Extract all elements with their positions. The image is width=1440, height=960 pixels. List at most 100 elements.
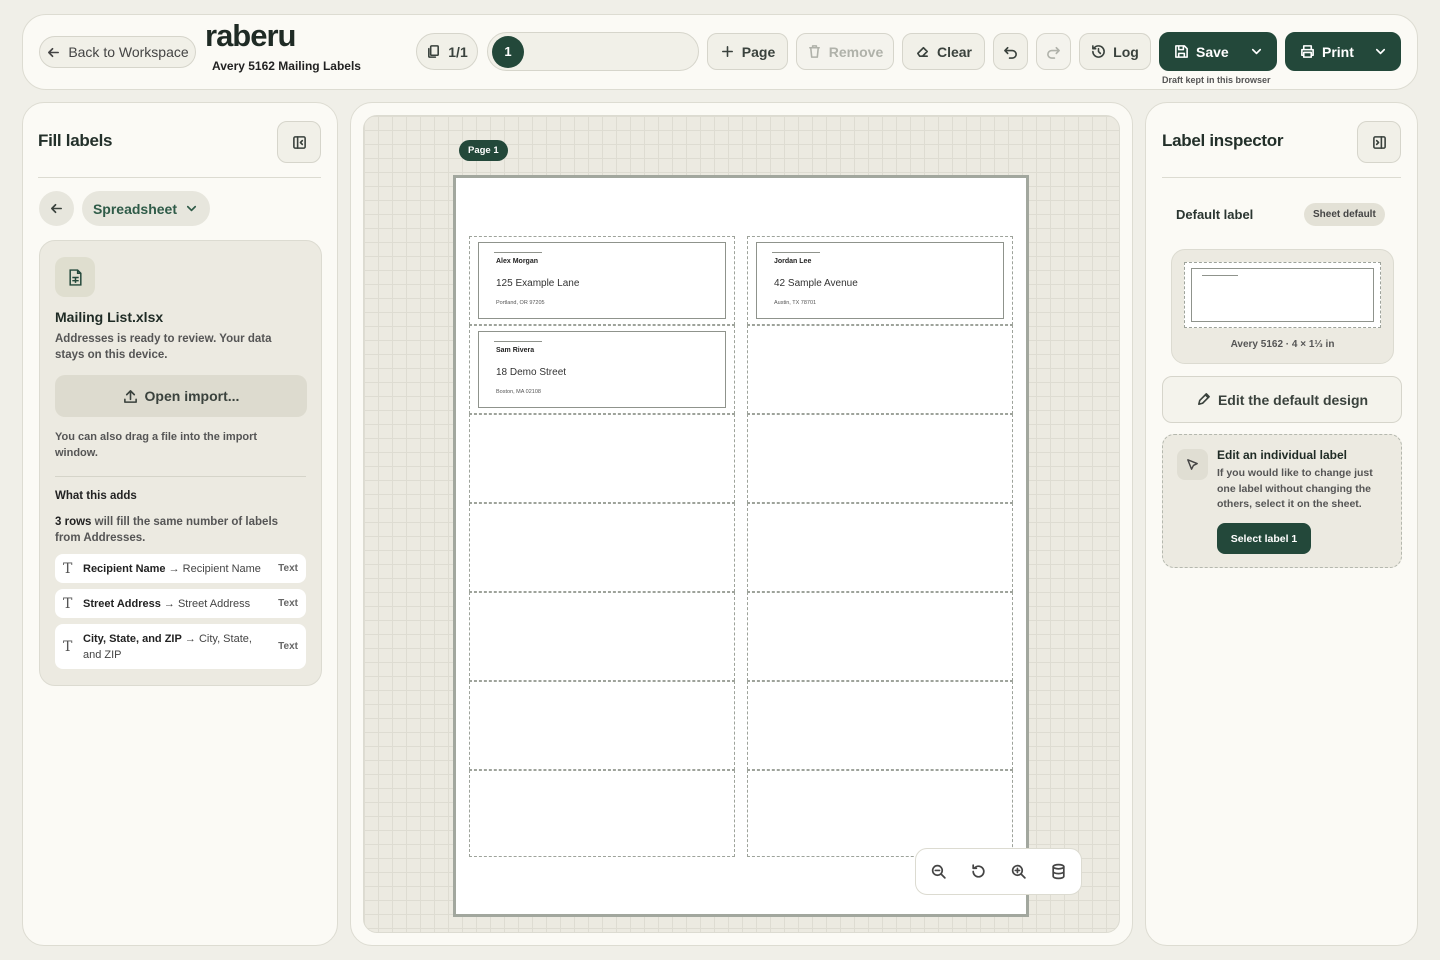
text-type-icon: T [63,638,73,655]
page-count-button[interactable]: 1/1 [416,33,478,70]
street-address: 125 Example Lane [496,278,580,289]
page-count-label: 1/1 [448,43,468,60]
chevron-down-icon[interactable] [1373,44,1388,59]
open-import-button[interactable]: Open import... [55,375,307,417]
back-button[interactable] [39,191,74,226]
sidebar-expand-icon [1372,135,1386,149]
city-state-zip: Boston, MA 02108 [496,389,541,395]
chevron-down-icon[interactable] [1249,44,1264,59]
log-button[interactable]: Log [1079,33,1151,70]
mapping-row[interactable]: T City, State, and ZIP → City, State, an… [55,624,306,669]
text-type-icon: T [63,560,73,577]
arrow-left-icon [48,47,60,57]
cursor-pointer-icon [1187,459,1198,470]
label-rule [494,341,542,342]
mapping-row[interactable]: T Recipient Name → Recipient Name Text [55,554,306,583]
back-to-workspace-button[interactable]: Back to Workspace [39,36,196,68]
select-label-button[interactable]: Select label 1 [1217,523,1311,554]
undo-button[interactable] [993,33,1028,70]
save-button[interactable]: Save [1159,32,1277,71]
zoom-toolbar [915,848,1082,895]
collapse-inspector-button[interactable] [1357,121,1401,163]
remove-page-button[interactable]: Remove [796,33,894,70]
file-name: Mailing List.xlsx [55,309,164,325]
open-import-label: Open import... [144,388,240,404]
label-8[interactable] [747,503,1013,592]
print-button[interactable]: Print [1285,32,1401,71]
save-icon [1175,45,1188,58]
rows-summary: 3 rows will fill the same number of labe… [55,514,300,546]
label-10[interactable] [747,592,1013,681]
label-4[interactable] [747,325,1013,414]
remove-page-label: Remove [828,43,884,60]
default-label-preview[interactable]: Avery 5162 · 4 × 1⅓ in [1171,249,1394,364]
label-7[interactable] [469,503,735,592]
label-2[interactable]: Jordan Lee 42 Sample Avenue Austin, TX 7… [747,236,1013,325]
label-12[interactable] [747,681,1013,770]
label-13[interactable] [469,770,735,857]
redo-button[interactable] [1036,33,1071,70]
preview-address-box [1191,268,1374,322]
mapping-type: Text [278,563,298,574]
street-address: 18 Demo Street [496,367,567,378]
undo-icon [1004,46,1017,59]
preview-caption: Avery 5162 · 4 × 1⅓ in [1230,339,1335,350]
rotate-ccw-icon [972,864,985,878]
text-type-icon: T [63,595,73,612]
label-3[interactable]: Sam Rivera 18 Demo Street Boston, MA 021… [469,325,735,414]
save-label: Save [1196,43,1229,60]
edit-default-label: Edit the default design [1217,391,1369,408]
clear-label: Clear [936,43,973,60]
reset-zoom-button[interactable] [959,852,999,892]
address-block: Jordan Lee 42 Sample Avenue Austin, TX 7… [756,242,1004,319]
collapse-panel-button[interactable] [277,121,321,163]
sidebar-collapse-icon [292,135,306,149]
label-1[interactable]: Alex Morgan 125 Example Lane Portland, O… [469,236,735,325]
page-badge: Page 1 [459,140,508,161]
individual-title: Edit an individual label [1217,448,1348,462]
add-page-button[interactable]: Page [707,33,788,70]
label-rule [494,252,542,253]
spreadsheet-file-icon [68,268,82,286]
divider [55,476,306,477]
cursor-icon-box [1177,449,1208,480]
redo-icon [1047,46,1060,59]
divider [38,177,321,178]
data-source-button[interactable] [1039,852,1079,892]
upload-icon [123,389,137,403]
clear-button[interactable]: Clear [902,33,985,70]
source-dropdown[interactable]: Spreadsheet [82,191,210,226]
app-logo: raberu [205,18,296,53]
edit-default-design-button[interactable]: Edit the default design [1162,376,1402,423]
label-6[interactable] [747,414,1013,503]
recipient-name: Alex Morgan [496,258,539,265]
zoom-in-button[interactable] [999,852,1039,892]
zoom-out-button[interactable] [919,852,959,892]
label-14[interactable] [747,770,1013,857]
divider [1162,177,1401,178]
current-page-chip: 1 [492,35,524,68]
individual-label-card: Edit an individual label If you would li… [1162,434,1402,568]
adds-title: What this adds [55,490,137,502]
file-icon-box [55,257,95,297]
printer-icon [1301,45,1314,58]
trash-icon [808,45,820,58]
page-subtitle: Avery 5162 Mailing Labels [212,59,361,73]
label-9[interactable] [469,592,735,681]
zoom-out-icon [931,864,946,879]
label-inspector-panel: Label inspector Default label Sheet defa… [1145,102,1418,946]
panel-title: Fill labels [38,131,113,150]
mapping-row[interactable]: T Street Address → Street Address Text [55,589,306,618]
mapping-to: Street Address [177,597,251,610]
zoom-in-icon [1011,864,1026,879]
log-label: Log [1113,43,1139,60]
page-selector[interactable]: 1 [487,32,699,71]
label-11[interactable] [469,681,735,770]
mapping-to: Recipient Name [182,562,261,575]
draft-note: Draft kept in this browser [1162,75,1271,85]
panel-title: Label inspector [1162,131,1284,150]
file-description: Addresses is ready to review. Your data … [55,333,272,361]
pages-icon [428,45,440,58]
database-icon [1052,863,1065,880]
label-5[interactable] [469,414,735,503]
